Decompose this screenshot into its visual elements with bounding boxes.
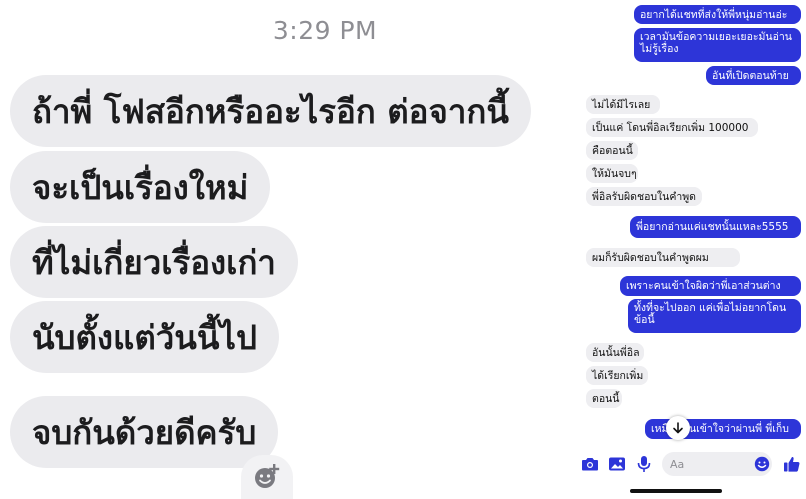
message-bubble-sent[interactable]: ทั้งที่จะไปออก แค่เพื่อไม่อยากโดนข้อนี้ [628, 299, 801, 333]
microphone-icon [637, 456, 651, 472]
message-bubble-received[interactable]: พี่อิลรับผิดชอบในคำพูด [586, 187, 702, 206]
left-chat-panel: 3:29 PM ถ้าพี่ โฟสอีกหรืออะไรอีก ต่อจากน… [0, 0, 575, 499]
message-bubble-received[interactable]: จะเป็นเรื่องใหม่ [10, 151, 271, 223]
like-button[interactable] [782, 454, 802, 474]
message-bubble-sent[interactable]: อันที่เปิดตอนท้าย [706, 66, 801, 85]
home-indicator [630, 489, 722, 493]
message-bubble-received[interactable]: คือตอนนี้ [586, 141, 638, 160]
emoji-button[interactable] [752, 454, 772, 474]
camera-button[interactable] [580, 454, 600, 474]
message-bubble-received[interactable]: ให้มันจบๆ [586, 164, 638, 183]
like-icon [784, 456, 800, 472]
message-bubble-received[interactable]: อันนั้นพี่อิล [586, 343, 644, 362]
timestamp: 3:29 PM [272, 16, 378, 45]
add-reaction-button[interactable] [241, 455, 293, 499]
image-button[interactable] [607, 454, 627, 474]
message-bubble-received[interactable]: ได้เรียกเพิ่ม [586, 366, 648, 385]
microphone-button[interactable] [634, 454, 654, 474]
message-bubble-received[interactable]: เป็นแค่ โดนพี่อิลเรียกเพิ่ม 100000 [586, 118, 758, 137]
message-bubble-received[interactable]: ผมก็รับผิดชอบในคำพูดผม [586, 248, 740, 267]
message-bubble-received[interactable]: ตอนนี้ [586, 389, 622, 408]
message-bubble-received[interactable]: ถ้าพี่ โฟสอีกหรืออะไรอีก ต่อจากนี้ [10, 75, 531, 147]
emoji-icon [754, 456, 770, 472]
right-chat-panel: อยากได้แชทที่ส่งให้พี่หนุ่มอ่านอ่ะ เวลาม… [578, 0, 806, 499]
message-input-placeholder: Aa [670, 457, 685, 471]
image-icon [609, 457, 625, 471]
message-bubble-sent[interactable]: พี่อยากอ่านแค่แชทนั้นแหละ5555 [630, 216, 801, 238]
message-bubble-sent[interactable]: เพราะคนเข้าใจผิดว่าพี่เอาส่วนต่าง [620, 276, 801, 296]
message-bubble-sent[interactable]: เวลามันข้อความเยอะเยอะมันอ่านไม่รู้เรื่อ… [634, 28, 801, 62]
scroll-to-bottom-button[interactable] [666, 416, 690, 440]
message-bubble-received[interactable]: นับตั้งแต่วันนี้ไป [10, 301, 279, 373]
camera-icon [582, 458, 598, 471]
message-bubble-received[interactable]: ที่ไม่เกี่ยวเรื่องเก่า [10, 226, 298, 298]
message-bubble-received[interactable]: จบกันด้วยดีครับ [10, 396, 279, 468]
add-reaction-icon [255, 464, 280, 488]
message-bubble-received[interactable]: ไม่ได้มีไรเลย [586, 95, 660, 114]
arrow-down-icon [673, 422, 683, 434]
message-composer: Aa [578, 448, 806, 480]
message-bubble-sent[interactable]: อยากได้แชทที่ส่งให้พี่หนุ่มอ่านอ่ะ [634, 5, 801, 24]
